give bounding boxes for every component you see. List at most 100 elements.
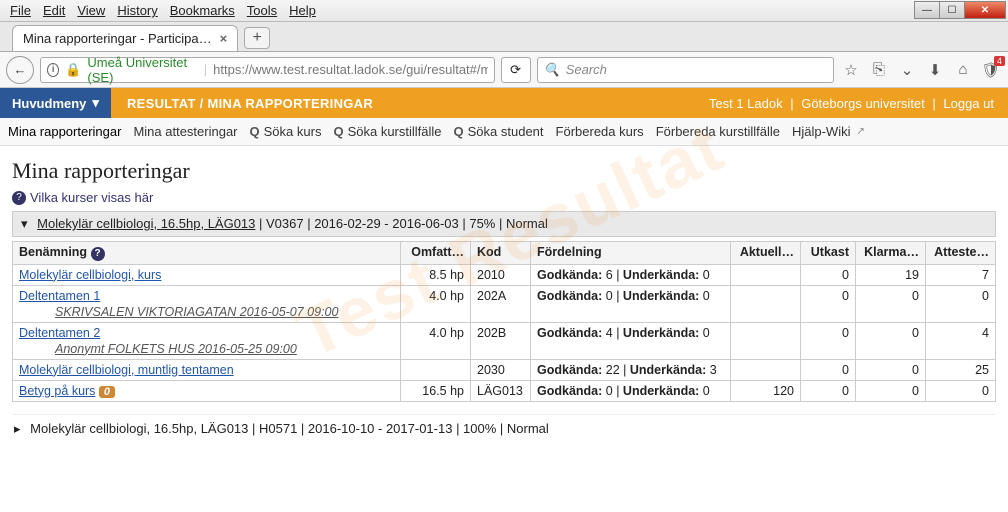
menu-edit[interactable]: Edit [37,1,71,20]
search-box[interactable]: 🔍 Search [537,57,834,83]
browser-tab[interactable]: Mina rapporteringar - Participa… × [12,25,238,51]
help-link[interactable]: ? Vilka kurser visas här [12,190,996,205]
help-text: Vilka kurser visas här [30,190,153,205]
menu-history[interactable]: History [111,1,163,20]
col-benamning[interactable]: Benämning ? [13,242,401,265]
nav-mina-attesteringar[interactable]: Mina attesteringar [133,122,237,141]
window-controls: — ☐ ✕ [915,1,1006,19]
close-button[interactable]: ✕ [964,1,1006,19]
warning-pill: 0 [99,386,115,398]
help-icon[interactable]: ? [91,247,105,261]
chevron-down-icon [21,216,34,231]
col-atteste[interactable]: Atteste… [926,242,996,265]
new-tab-button[interactable]: + [244,27,270,49]
back-button[interactable]: ← [6,56,34,84]
chevron-down-icon: ▾ [92,95,99,111]
cell-kod: 202A [471,285,531,322]
col-kod[interactable]: Kod [471,242,531,265]
main-menu-label: Huvudmeny [12,96,86,111]
maximize-button[interactable]: ☐ [939,1,965,19]
cell-klarma: 0 [856,322,926,359]
table-row: Molekylär cellbiologi, kurs8.5 hp2010God… [13,264,996,285]
menu-bookmarks[interactable]: Bookmarks [164,1,241,20]
nav-label: Söka kurs [264,124,322,139]
cell-utkast: 0 [801,322,856,359]
table-header-row: Benämning ? Omfatt… Kod Fördelning Aktue… [13,242,996,265]
lock-icon: 🔒 [65,62,81,78]
cell-atteste: 25 [926,359,996,380]
cell-fordelning: Godkända: 4 | Underkända: 0 [531,322,731,359]
menu-file[interactable]: File [4,1,37,20]
nav-hjalp-wiki[interactable]: Hjälp-Wiki [792,122,865,141]
bookmark-star-icon[interactable]: ☆ [840,59,862,81]
cell-aktuell [731,264,801,285]
home-icon[interactable]: ⌂ [952,59,974,81]
cell-klarma: 0 [856,285,926,322]
nav-mina-rapporteringar[interactable]: Mina rapporteringar [8,122,121,141]
main-menu-button[interactable]: Huvudmeny ▾ [0,88,111,118]
header-right: Test 1 Ladok | Göteborgs universitet | L… [695,96,1008,111]
cell-benamning: Molekylär cellbiologi, kurs [13,264,401,285]
cell-atteste: 4 [926,322,996,359]
cell-kod: 2030 [471,359,531,380]
cell-atteste: 0 [926,380,996,401]
cell-klarma: 19 [856,264,926,285]
reload-button[interactable]: ⟳ [501,57,531,83]
search-placeholder: Search [566,62,607,77]
row-link[interactable]: Deltentamen 2 [19,326,100,340]
cell-fordelning: Godkända: 0 | Underkända: 0 [531,380,731,401]
cell-klarma: 0 [856,380,926,401]
secondary-nav: Mina rapporteringar Mina attesteringar Q… [0,118,1008,146]
report-table: Benämning ? Omfatt… Kod Fördelning Aktue… [12,241,996,402]
col-fordelning[interactable]: Fördelning [531,242,731,265]
org-name[interactable]: Göteborgs universitet [797,96,929,111]
nav-soka-kurstillfalle[interactable]: Q Söka kurstillfälle [333,122,441,141]
cell-utkast: 0 [801,359,856,380]
nav-soka-kurs[interactable]: Q Söka kurs [250,122,322,141]
col-klarma[interactable]: Klarma… [856,242,926,265]
page-title: Mina rapporteringar [12,158,996,184]
nav-forbereda-kurstillfalle[interactable]: Förbereda kurstillfälle [656,122,780,141]
menu-help[interactable]: Help [283,1,322,20]
cell-utkast: 0 [801,285,856,322]
row-subline[interactable]: Anonymt FOLKETS HUS 2016-05-25 09:00 [19,342,394,356]
col-utkast[interactable]: Utkast [801,242,856,265]
addon-icon[interactable]: 🛡4 [980,59,1002,81]
table-row: Deltentamen 1 SKRIVSALEN VIKTORIAGATAN 20… [13,285,996,322]
cell-fordelning: Godkända: 0 | Underkända: 0 [531,285,731,322]
course-accordion-open[interactable]: Molekylär cellbiologi, 16.5hp, LÄG013 | … [12,211,996,237]
row-link[interactable]: Betyg på kurs [19,384,95,398]
user-name[interactable]: Test 1 Ladok [705,96,787,111]
col-omfattning[interactable]: Omfatt… [401,242,471,265]
menu-view[interactable]: View [71,1,111,20]
tab-close-icon[interactable]: × [220,31,228,46]
cell-benamning: Deltentamen 2 Anonymt FOLKETS HUS 2016-05… [13,322,401,359]
url-text: https://www.test.resultat.ladok.se/gui/r… [213,62,487,77]
col-aktuell[interactable]: Aktuell… [731,242,801,265]
nav-label: Söka kurstillfälle [348,124,442,139]
site-info-icon[interactable]: i [47,63,59,77]
nav-forbereda-kurs[interactable]: Förbereda kurs [556,122,644,141]
cell-aktuell: 120 [731,380,801,401]
downloads-icon[interactable]: ⬇ [924,59,946,81]
col-label: Benämning [19,245,87,259]
cell-aktuell [731,322,801,359]
nav-soka-student[interactable]: Q Söka student [454,122,544,141]
chevron-right-icon [14,421,27,436]
row-link[interactable]: Molekylär cellbiologi, muntlig tentamen [19,363,234,377]
minimize-button[interactable]: — [914,1,940,19]
pocket-icon[interactable]: ⌄ [896,59,918,81]
cell-utkast: 0 [801,380,856,401]
row-link[interactable]: Molekylär cellbiologi, kurs [19,268,161,282]
menu-tools[interactable]: Tools [241,1,283,20]
reader-icon[interactable]: ⎘ [868,59,890,81]
url-toolbar: ← i 🔒 Umeå Universitet (SE) | https://ww… [0,52,1008,88]
logout-link[interactable]: Logga ut [939,96,998,111]
row-link[interactable]: Deltentamen 1 [19,289,100,303]
course-accordion-closed[interactable]: Molekylär cellbiologi, 16.5hp, LÄG013 | … [12,414,996,443]
page: Mina rapporteringar ? Vilka kurser visas… [0,146,1008,463]
browser-menubar: File Edit View History Bookmarks Tools H… [0,0,1008,22]
address-box[interactable]: i 🔒 Umeå Universitet (SE) | https://www.… [40,57,495,83]
row-subline[interactable]: SKRIVSALEN VIKTORIAGATAN 2016-05-07 09:0… [19,305,394,319]
cell-omfattning: 16.5 hp [401,380,471,401]
